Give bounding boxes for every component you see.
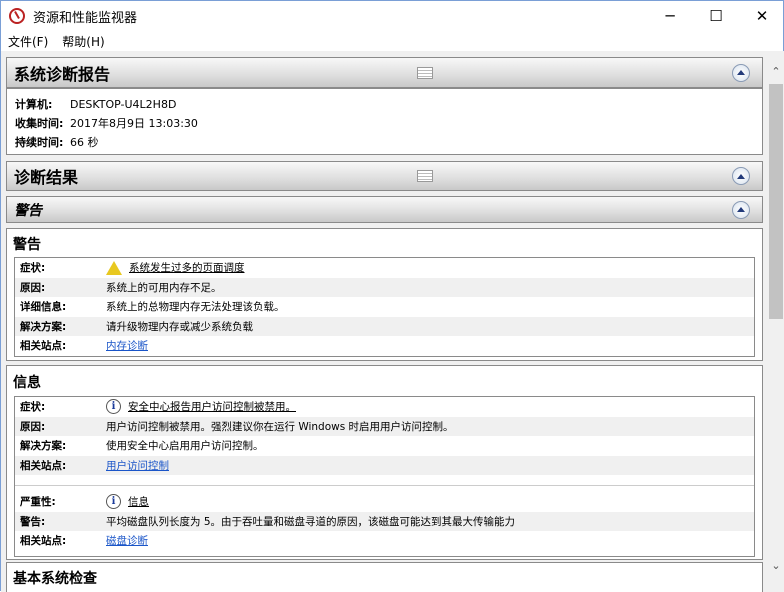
row-label: 相关站点:	[20, 459, 67, 472]
row-label: 解决方案:	[20, 320, 67, 333]
table-row: 解决方案: 请升级物理内存或减少系统负载	[15, 316, 754, 336]
row-label: 症状:	[20, 401, 46, 414]
collected-time-field: 收集时间: 2017年8月9日 13:03:30	[15, 115, 198, 131]
report-info: 计算机: DESKTOP-U4L2H8D 收集时间: 2017年8月9日 13:03…	[6, 88, 763, 155]
divider	[15, 485, 754, 486]
table-row: 原因: 系统上的可用内存不足。	[15, 277, 754, 297]
row-value: 用户访问控制被禁用。强烈建议你在运行 Windows 时启用用户访问控制。	[106, 420, 454, 433]
row-label: 严重性:	[20, 496, 56, 509]
memory-diagnostics-link[interactable]: 内存诊断	[106, 338, 148, 353]
table-row: 相关站点: 内存诊断	[15, 336, 754, 356]
results-title: 诊断结果	[14, 168, 79, 187]
warning-panel: 警告 症状: 系统发生过多的页面调度 原因: 系统上的可用内存不足。 详细信息: 系统…	[6, 228, 763, 361]
collapse-icon[interactable]	[732, 200, 750, 219]
info-title: 信息	[13, 375, 41, 391]
row-value: 请升级物理内存或减少系统负载	[106, 320, 253, 333]
row-value: 系统上的总物理内存无法处理该负载。	[106, 301, 285, 314]
table-view-icon[interactable]	[417, 170, 433, 182]
table-row: 症状: i 安全中心报告用户访问控制被禁用。	[15, 397, 754, 417]
basic-checks-title: 基本系统检查	[13, 571, 97, 587]
row-label: 原因:	[20, 420, 46, 433]
menu-file[interactable]: 文件(F)	[1, 33, 55, 50]
warnings-subtitle: 警告	[14, 202, 42, 219]
row-value: 使用安全中心启用用户访问控制。	[106, 440, 264, 453]
vertical-scrollbar[interactable]: ⌃ ⌄	[767, 51, 784, 592]
row-label: 相关站点:	[20, 535, 67, 548]
table-row: 详细信息: 系统上的总物理内存无法处理该负载。	[15, 297, 754, 317]
menu-help[interactable]: 帮助(H)	[55, 33, 111, 50]
table-view-icon[interactable]	[417, 66, 433, 79]
minimize-button[interactable]: ─	[647, 1, 693, 31]
window-title: 资源和性能监视器	[33, 10, 138, 26]
report-content: 系统诊断报告 计算机: DESKTOP-U4L2H8D 收集时间: 2017年8月9…	[1, 51, 767, 592]
row-label: 解决方案:	[20, 440, 67, 453]
table-row: 相关站点: 磁盘诊断	[15, 531, 754, 551]
info-icon: i	[106, 399, 121, 415]
results-header[interactable]: 诊断结果	[6, 161, 763, 191]
scroll-down-icon[interactable]: ⌄	[767, 559, 784, 576]
uac-link[interactable]: 用户访问控制	[106, 458, 169, 473]
report-header[interactable]: 系统诊断报告	[6, 57, 763, 88]
warning-title: 警告	[13, 237, 41, 253]
row-label: 详细信息:	[20, 301, 67, 314]
table-row: 警告: 平均磁盘队列长度为 5。由于吞吐量和磁盘寻道的原因，该磁盘可能达到其最大传…	[15, 511, 754, 531]
field-value: 66 秒	[70, 136, 99, 149]
severity-link[interactable]: 信息	[128, 494, 149, 509]
basic-checks-panel: 基本系统检查	[6, 562, 763, 592]
symptom-link[interactable]: 系统发生过多的页面调度	[129, 260, 245, 275]
collapse-icon[interactable]	[732, 63, 750, 82]
field-label: 收集时间:	[15, 117, 64, 130]
info-table: 症状: i 安全中心报告用户访问控制被禁用。 原因: 用户访问控制被禁用。强烈建议你在…	[14, 396, 755, 557]
title-bar: 资源和性能监视器 ─ ☐ ✕	[1, 1, 784, 31]
table-row: 原因: 用户访问控制被禁用。强烈建议你在运行 Windows 时启用用户访问控制。	[15, 416, 754, 436]
row-label: 警告:	[20, 515, 46, 528]
field-label: 计算机:	[15, 98, 53, 111]
row-label: 症状:	[20, 262, 46, 275]
info-panel: 信息 症状: i 安全中心报告用户访问控制被禁用。 原因: 用户访问控制被禁用。强烈建…	[6, 365, 763, 560]
duration-field: 持续时间: 66 秒	[15, 134, 99, 150]
collapse-icon[interactable]	[732, 167, 750, 185]
close-button[interactable]: ✕	[739, 1, 784, 31]
scrollbar-thumb[interactable]	[769, 84, 783, 319]
menu-bar: 文件(F) 帮助(H)	[1, 31, 112, 51]
table-row: 症状: 系统发生过多的页面调度	[15, 258, 754, 278]
table-row: 严重性: i 信息	[15, 492, 754, 512]
disk-diagnostics-link[interactable]: 磁盘诊断	[106, 533, 148, 548]
table-row: 相关站点: 用户访问控制	[15, 455, 754, 475]
row-label: 相关站点:	[20, 340, 67, 353]
warnings-subheader[interactable]: 警告	[6, 196, 763, 223]
computer-field: 计算机: DESKTOP-U4L2H8D	[15, 96, 176, 112]
table-row: 解决方案: 使用安全中心启用用户访问控制。	[15, 436, 754, 456]
maximize-button[interactable]: ☐	[693, 1, 739, 31]
info-icon: i	[106, 494, 121, 510]
row-value: 平均磁盘队列长度为 5。由于吞吐量和磁盘寻道的原因，该磁盘可能达到其最大传输能力	[106, 515, 516, 528]
field-label: 持续时间:	[15, 136, 64, 149]
symptom-link[interactable]: 安全中心报告用户访问控制被禁用。	[128, 399, 296, 414]
field-value: 2017年8月9日 13:03:30	[70, 117, 198, 130]
row-label: 原因:	[20, 281, 46, 294]
warning-icon	[106, 260, 122, 275]
resource-monitor-icon	[9, 8, 25, 24]
warning-table: 症状: 系统发生过多的页面调度 原因: 系统上的可用内存不足。 详细信息: 系统上的总…	[14, 257, 755, 357]
report-title: 系统诊断报告	[14, 64, 111, 84]
row-value: 系统上的可用内存不足。	[106, 281, 222, 294]
scroll-up-icon[interactable]: ⌃	[767, 65, 784, 82]
field-value: DESKTOP-U4L2H8D	[70, 98, 177, 111]
